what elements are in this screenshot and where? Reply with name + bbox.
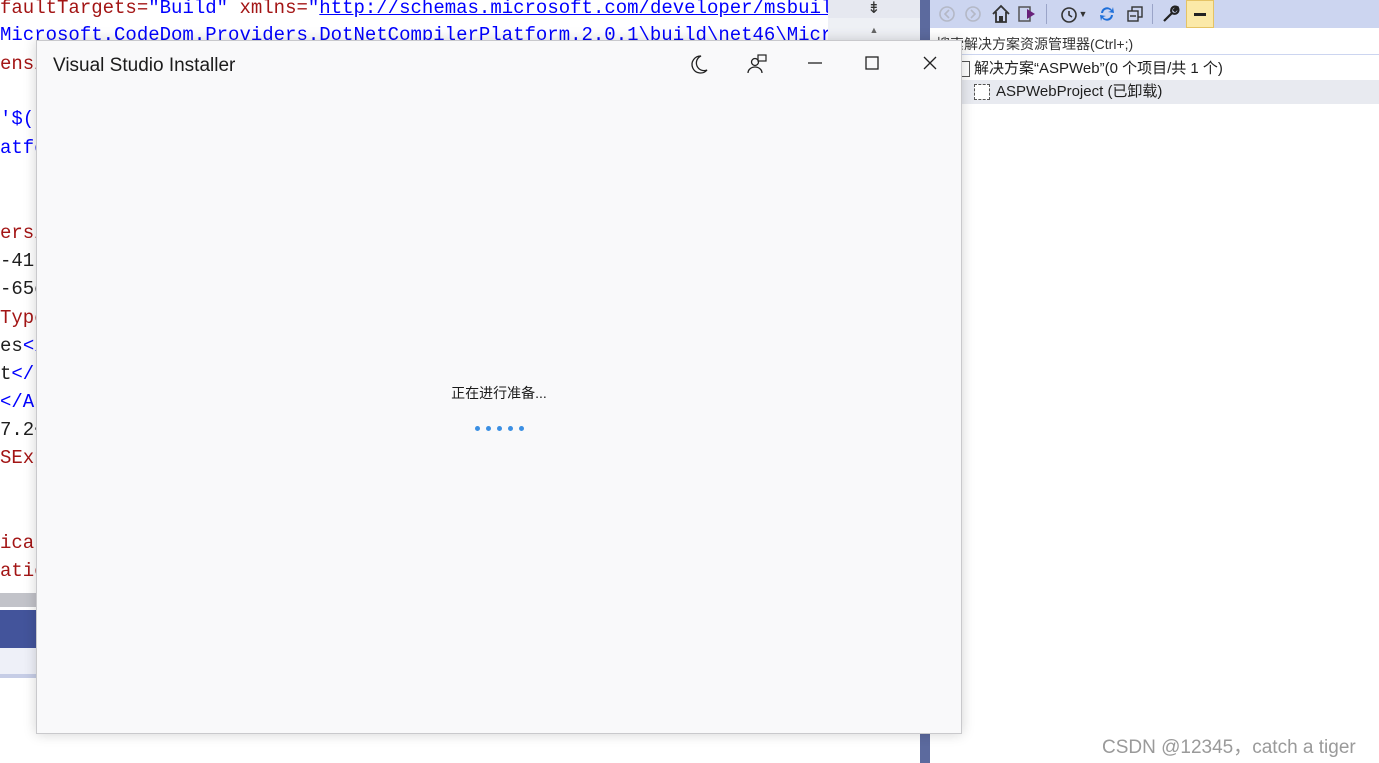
project-label: ASPWebProject (已卸载) [996, 83, 1163, 100]
loading-dots-indicator [475, 426, 535, 434]
home-icon[interactable] [990, 3, 1012, 25]
solution-explorer: ▼ 搜索解决方案资源管理器(Ctrl+;) 解决方案“ASPWeb”(0 个项目… [930, 0, 1379, 763]
loading-dot [497, 426, 502, 431]
maximize-button[interactable] [852, 51, 892, 79]
tree-item-project[interactable]: ASPWebProject (已卸载) [930, 80, 1379, 104]
theme-moon-button[interactable] [679, 51, 719, 79]
split-window-icon[interactable]: ⇟ [828, 0, 920, 18]
solution-explorer-search-input[interactable]: 搜索解决方案资源管理器(Ctrl+;) [930, 30, 1379, 55]
code-token: es [0, 335, 23, 357]
close-button[interactable] [910, 51, 950, 79]
scroll-up-arrow-icon[interactable]: ▲ [828, 22, 920, 38]
csdn-watermark: CSDN @12345，catch a tiger [1102, 737, 1356, 758]
installer-window: Visual Studio Installer 正在进行准备... [36, 40, 962, 734]
code-line: faultTargets="Build" xmlns="http://schem… [0, 0, 828, 19]
close-icon [923, 56, 937, 70]
toolbar-separator [1152, 4, 1153, 24]
feedback-person-icon [747, 54, 767, 74]
forward-icon[interactable] [962, 3, 984, 25]
preview-icon[interactable] [1186, 0, 1214, 28]
feedback-button[interactable] [737, 51, 777, 79]
collapse-all-icon[interactable] [1124, 3, 1146, 25]
maximize-icon [865, 56, 879, 70]
code-token: t [0, 363, 12, 385]
dropdown-icon[interactable]: ▼ [1076, 3, 1090, 25]
loading-dot [519, 426, 524, 431]
minimize-icon [808, 62, 822, 64]
refresh-icon[interactable] [1096, 3, 1118, 25]
vs-switch-views-icon[interactable] [1016, 3, 1038, 25]
loading-dot [486, 426, 491, 431]
unloaded-project-icon [974, 84, 990, 100]
loading-dot [475, 426, 480, 431]
properties-wrench-icon[interactable] [1160, 3, 1182, 25]
code-token: " [307, 0, 320, 19]
search-placeholder: 搜索解决方案资源管理器(Ctrl+;) [936, 36, 1134, 52]
toolbar-separator [1046, 4, 1047, 24]
tree-item-solution[interactable]: 解决方案“ASPWeb”(0 个项目/共 1 个) [930, 57, 1379, 81]
back-icon[interactable] [936, 3, 958, 25]
code-token: "Build" [148, 0, 229, 19]
code-token: xmlns= [228, 0, 308, 19]
solution-explorer-toolbar: ▼ [930, 0, 1379, 28]
minimize-button[interactable] [795, 51, 835, 79]
code-token: http://schemas.microsoft.com/developer/m… [319, 0, 828, 19]
preparing-status-text: 正在进行准备... [451, 385, 547, 401]
code-token: faultTargets= [0, 0, 149, 19]
loading-dot [508, 426, 513, 431]
moon-icon [691, 55, 708, 74]
window-title: Visual Studio Installer [53, 55, 236, 76]
solution-label: 解决方案“ASPWeb”(0 个项目/共 1 个) [974, 60, 1223, 77]
